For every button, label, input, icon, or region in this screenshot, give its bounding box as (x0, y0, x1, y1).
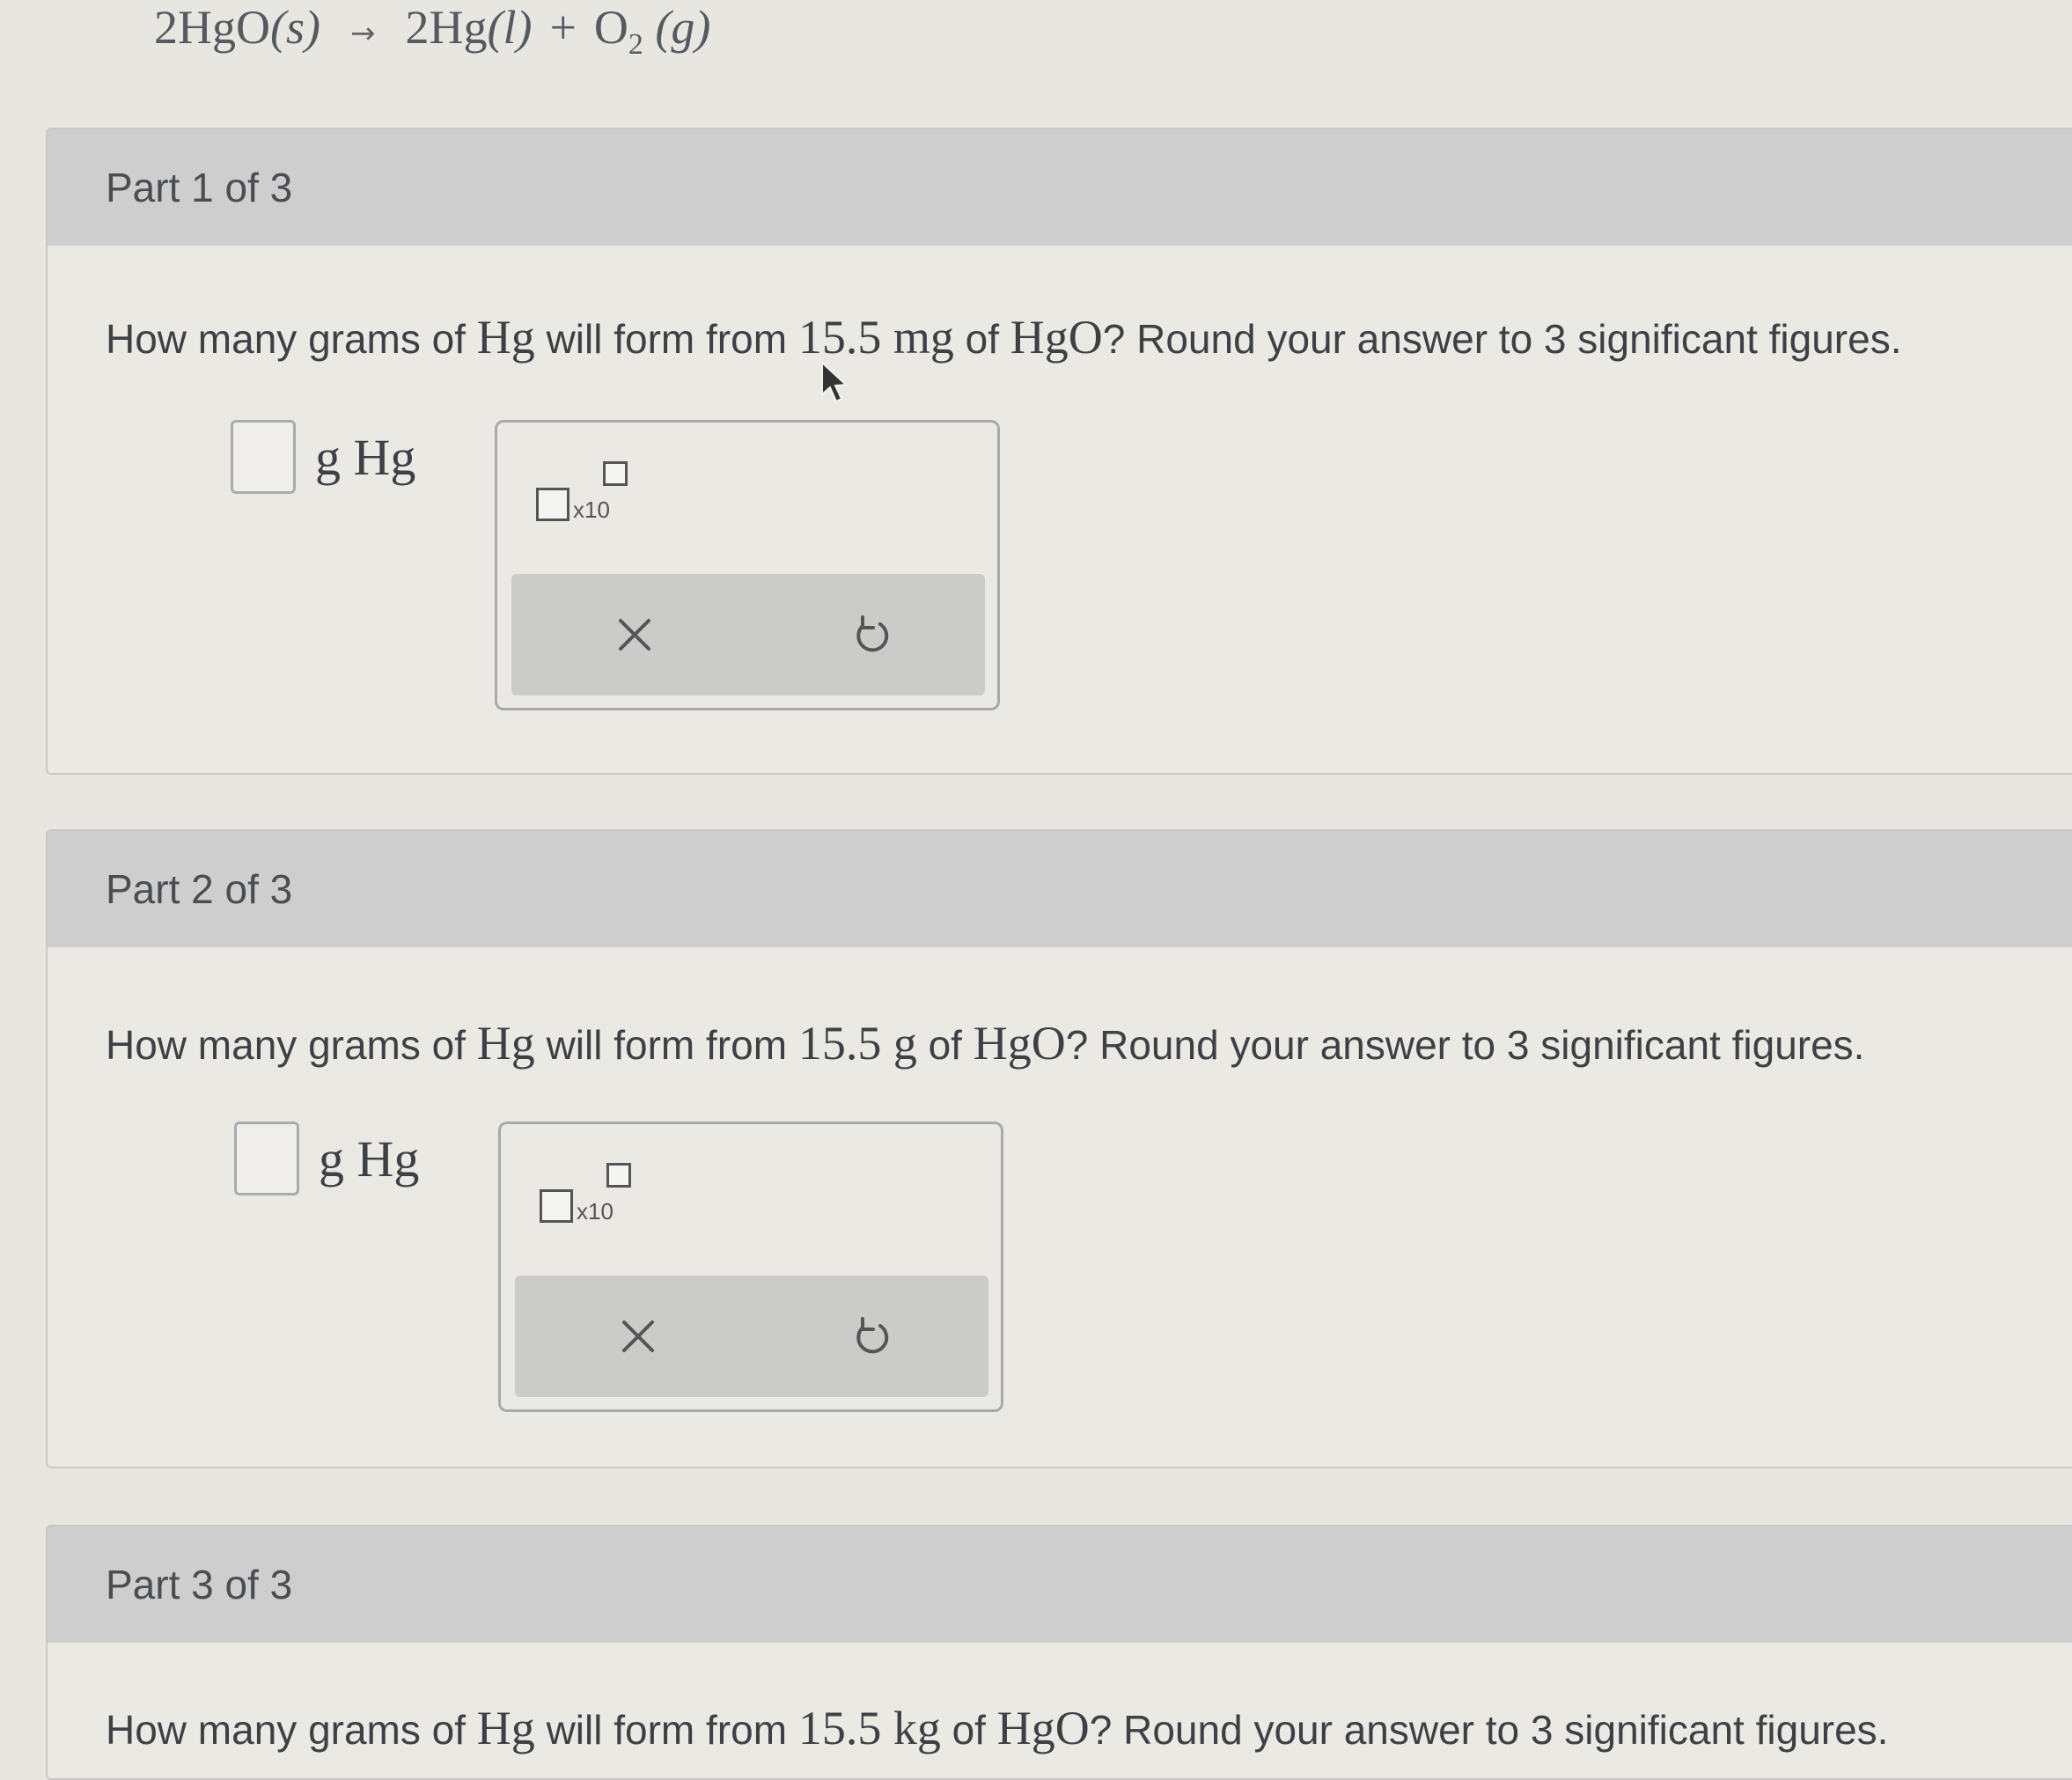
close-icon[interactable] (607, 1306, 669, 1367)
undo-icon[interactable] (841, 1306, 902, 1367)
mouse-pointer-icon (819, 360, 850, 405)
part-1-math-palette: x10 (495, 420, 1000, 710)
exponent-box-icon (606, 1163, 631, 1188)
part-1-unit-label: g Hg (315, 428, 416, 486)
part-2-answer-input[interactable] (234, 1122, 299, 1195)
part-2-header: Part 2 of 3 (48, 831, 2072, 947)
part-1-answer-row: g Hg (231, 420, 415, 494)
equation-product-2: O2 (g) (593, 1, 711, 61)
part-2-panel: Part 2 of 3 How many grams of Hg will fo… (46, 829, 2072, 1468)
part-3-question: How many grams of Hg will form from 15.5… (106, 1702, 1889, 1754)
equation-reactant: 2HgO(s) (154, 1, 320, 54)
scientific-notation-button[interactable]: x10 (540, 1163, 645, 1233)
equation-plus: + (549, 1, 577, 54)
mantissa-box-icon (540, 1189, 573, 1223)
part-3-header: Part 3 of 3 (48, 1526, 2072, 1643)
reaction-equation: 2HgO(s) → 2Hg(l) + O2 (g) (154, 0, 710, 61)
equation-product-1: 2Hg(l) (405, 1, 533, 54)
mantissa-box-icon (536, 488, 569, 521)
reaction-arrow: → (349, 16, 376, 51)
scientific-notation-button[interactable]: x10 (536, 461, 642, 532)
part-2-math-palette: x10 (498, 1122, 1003, 1412)
x10-label: x10 (573, 496, 610, 523)
close-icon[interactable] (604, 604, 665, 666)
part-2-answer-row: g Hg (234, 1122, 419, 1195)
part-1-action-bar (511, 574, 985, 695)
undo-icon[interactable] (841, 604, 902, 666)
part-2-action-bar (515, 1276, 988, 1397)
part-1-panel: Part 1 of 3 How many grams of Hg will fo… (46, 128, 2072, 775)
part-2-unit-label: g Hg (319, 1129, 420, 1188)
part-3-panel: Part 3 of 3 How many grams of Hg will fo… (46, 1525, 2072, 1780)
part-1-answer-input[interactable] (231, 420, 296, 494)
part-1-question: How many grams of Hg will form from 15.5… (106, 311, 1902, 364)
x10-label: x10 (577, 1198, 614, 1225)
part-2-question: How many grams of Hg will form from 15.5… (106, 1017, 1865, 1070)
exponent-box-icon (603, 461, 628, 486)
part-1-header: Part 1 of 3 (48, 129, 2072, 246)
